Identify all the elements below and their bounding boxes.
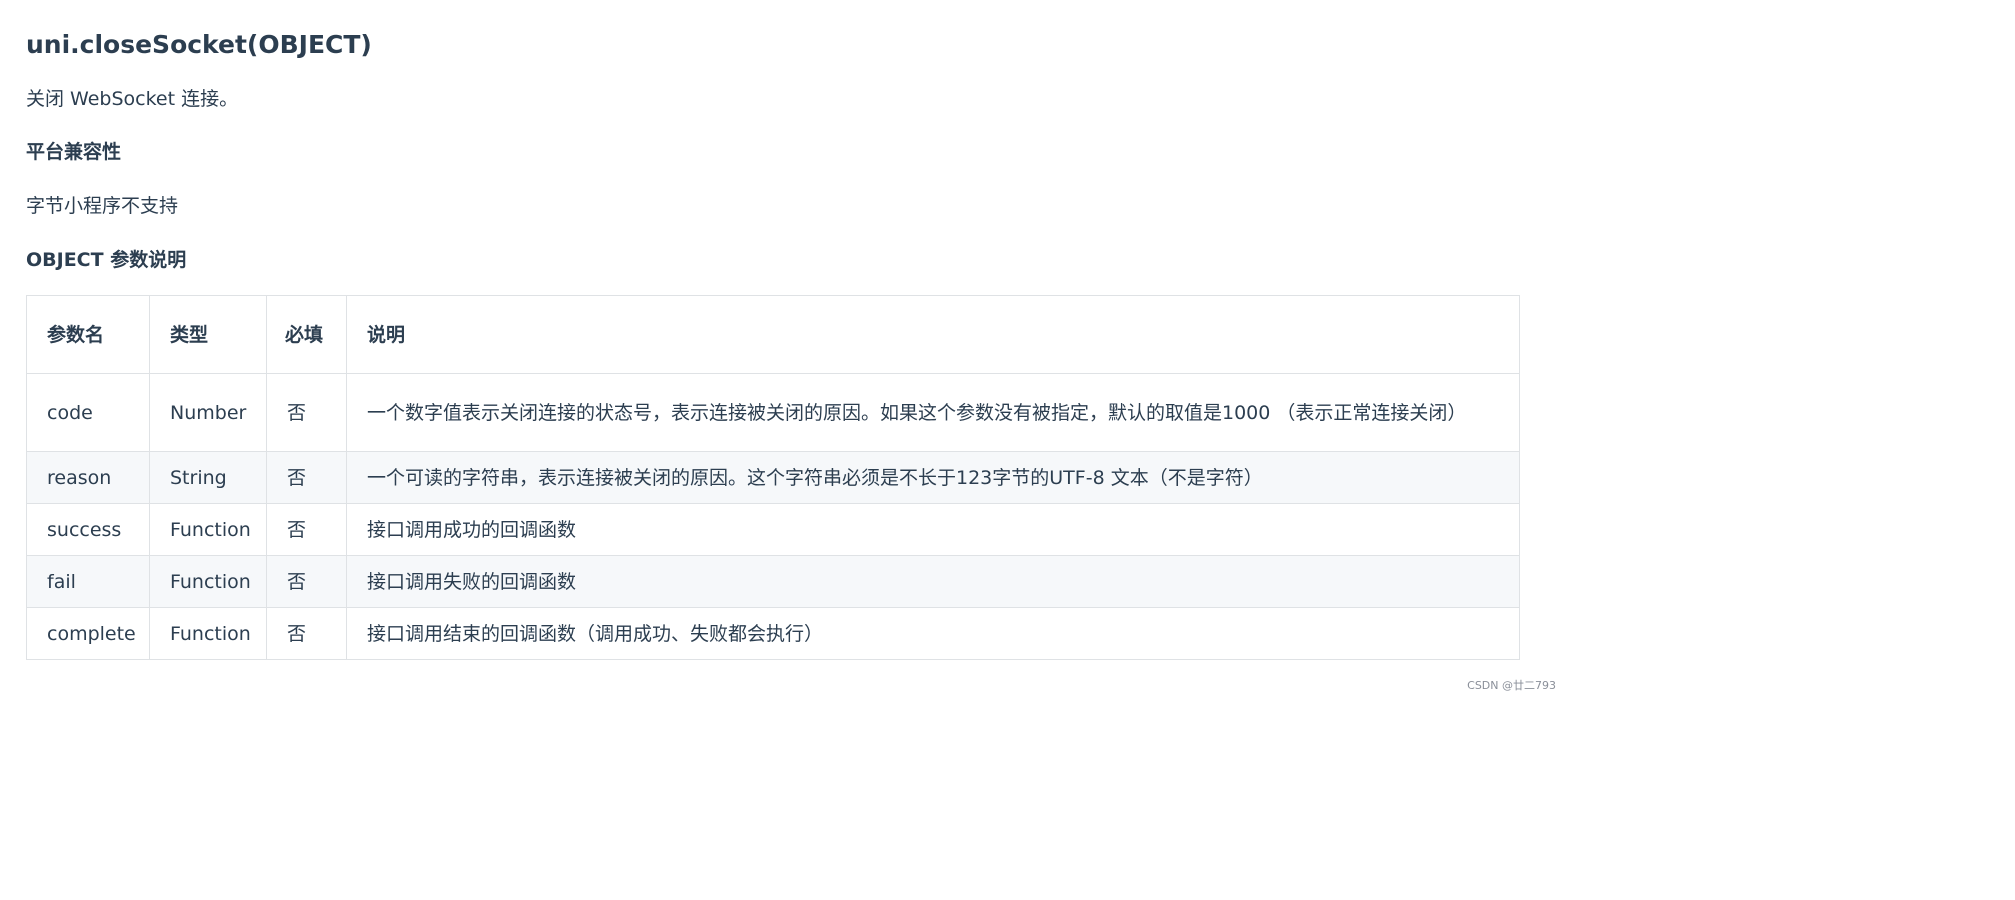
header-required: 必填 (266, 295, 347, 374)
api-title: uni.closeSocket(OBJECT) (26, 30, 372, 59)
header-param-name: 参数名 (26, 295, 150, 374)
cell-type: Number (149, 373, 267, 452)
compat-heading: 平台兼容性 (26, 141, 122, 163)
table-row: code Number 否 一个数字值表示关闭连接的状态号，表示连接被关闭的原因… (26, 373, 1520, 452)
cell-type: Function (149, 555, 267, 608)
table-row: success Function 否 接口调用成功的回调函数 (26, 503, 1520, 556)
cell-param-name: fail (26, 555, 150, 608)
cell-param-name: code (26, 373, 150, 452)
cell-type: Function (149, 503, 267, 556)
cell-required: 否 (266, 373, 347, 452)
header-description: 说明 (346, 295, 1520, 374)
cell-required: 否 (266, 607, 347, 660)
cell-description: 接口调用成功的回调函数 (346, 503, 1520, 556)
cell-description: 一个数字值表示关闭连接的状态号，表示连接被关闭的原因。如果这个参数没有被指定，默… (346, 373, 1520, 452)
cell-param-name: complete (26, 607, 150, 660)
table-header-row: 参数名 类型 必填 说明 (26, 295, 1520, 374)
params-table: 参数名 类型 必填 说明 code Number 否 一个数字值表示关闭连接的状… (26, 295, 1520, 660)
cell-description: 接口调用失败的回调函数 (346, 555, 1520, 608)
cell-description: 一个可读的字符串，表示连接被关闭的原因。这个字符串必须是不长于123字节的UTF… (346, 451, 1520, 504)
cell-description: 接口调用结束的回调函数（调用成功、失败都会执行） (346, 607, 1520, 660)
cell-param-name: success (26, 503, 150, 556)
watermark: CSDN @廿二793 (1467, 679, 1556, 692)
cell-required: 否 (266, 503, 347, 556)
api-description: 关闭 WebSocket 连接。 (26, 88, 239, 110)
cell-type: Function (149, 607, 267, 660)
cell-type: String (149, 451, 267, 504)
table-row: reason String 否 一个可读的字符串，表示连接被关闭的原因。这个字符… (26, 451, 1520, 504)
cell-param-name: reason (26, 451, 150, 504)
table-row: fail Function 否 接口调用失败的回调函数 (26, 555, 1520, 608)
cell-required: 否 (266, 555, 347, 608)
header-type: 类型 (149, 295, 267, 374)
table-row: complete Function 否 接口调用结束的回调函数（调用成功、失败都… (26, 607, 1520, 660)
compat-text: 字节小程序不支持 (26, 195, 179, 217)
cell-required: 否 (266, 451, 347, 504)
params-heading: OBJECT 参数说明 (26, 249, 187, 271)
